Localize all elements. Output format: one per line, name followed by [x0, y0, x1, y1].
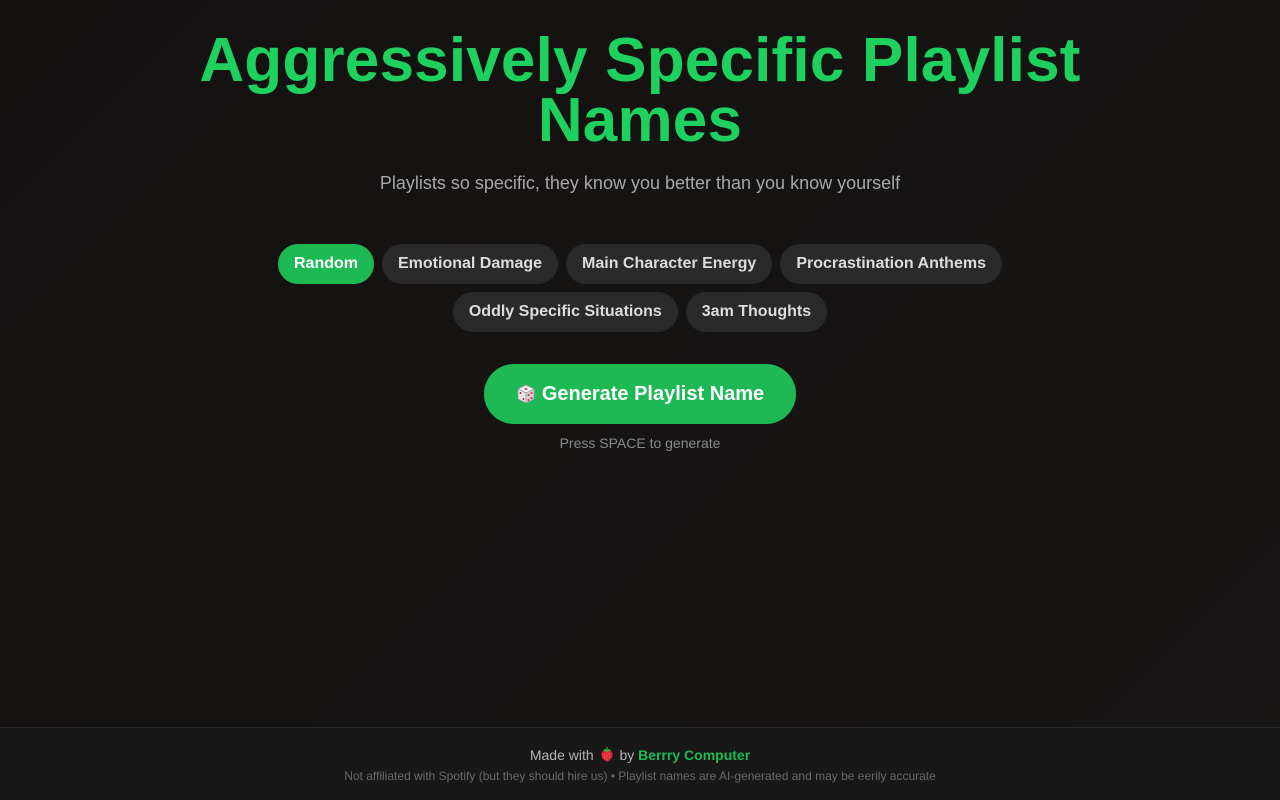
berrry-computer-link[interactable]: Berrry Computer	[638, 747, 750, 763]
chip-3am-thoughts[interactable]: 3am Thoughts	[685, 292, 828, 332]
strawberry-icon	[600, 747, 614, 762]
page-title-line-1: Aggressively Specific Playlist	[199, 26, 1081, 95]
footer-disclaimer: Not affiliated with Spotify (but they sh…	[344, 769, 936, 783]
chip-procrastination-anthems[interactable]: Procrastination Anthems	[780, 244, 1002, 284]
page-subtitle: Playlists so specific, they know you bet…	[379, 173, 901, 193]
category-chips: Random Emotional Damage Main Character E…	[270, 244, 1010, 332]
footer-made-with: Made with	[529, 747, 594, 763]
keyboard-hint: Press SPACE to generate	[559, 435, 721, 451]
dice-icon	[516, 384, 536, 404]
footer-by: by	[619, 747, 635, 763]
chip-random[interactable]: Random	[278, 244, 374, 284]
footer: Made with by Berrry Computer Not affilia…	[0, 727, 1280, 800]
page-title-line-2: Names	[537, 86, 743, 155]
generate-button-label: Generate Playlist Name	[541, 382, 765, 405]
chip-oddly-specific-situations[interactable]: Oddly Specific Situations	[452, 292, 678, 332]
chip-main-character-energy[interactable]: Main Character Energy	[566, 244, 773, 284]
page-title: Aggressively Specific Playlist Names	[0, 0, 1280, 155]
main-content: Aggressively Specific Playlist Names Pla…	[0, 0, 1280, 452]
footer-credit: Made with by Berrry Computer	[0, 746, 1280, 764]
chip-emotional-damage[interactable]: Emotional Damage	[382, 244, 559, 284]
generate-button[interactable]: Generate Playlist Name	[483, 364, 797, 424]
